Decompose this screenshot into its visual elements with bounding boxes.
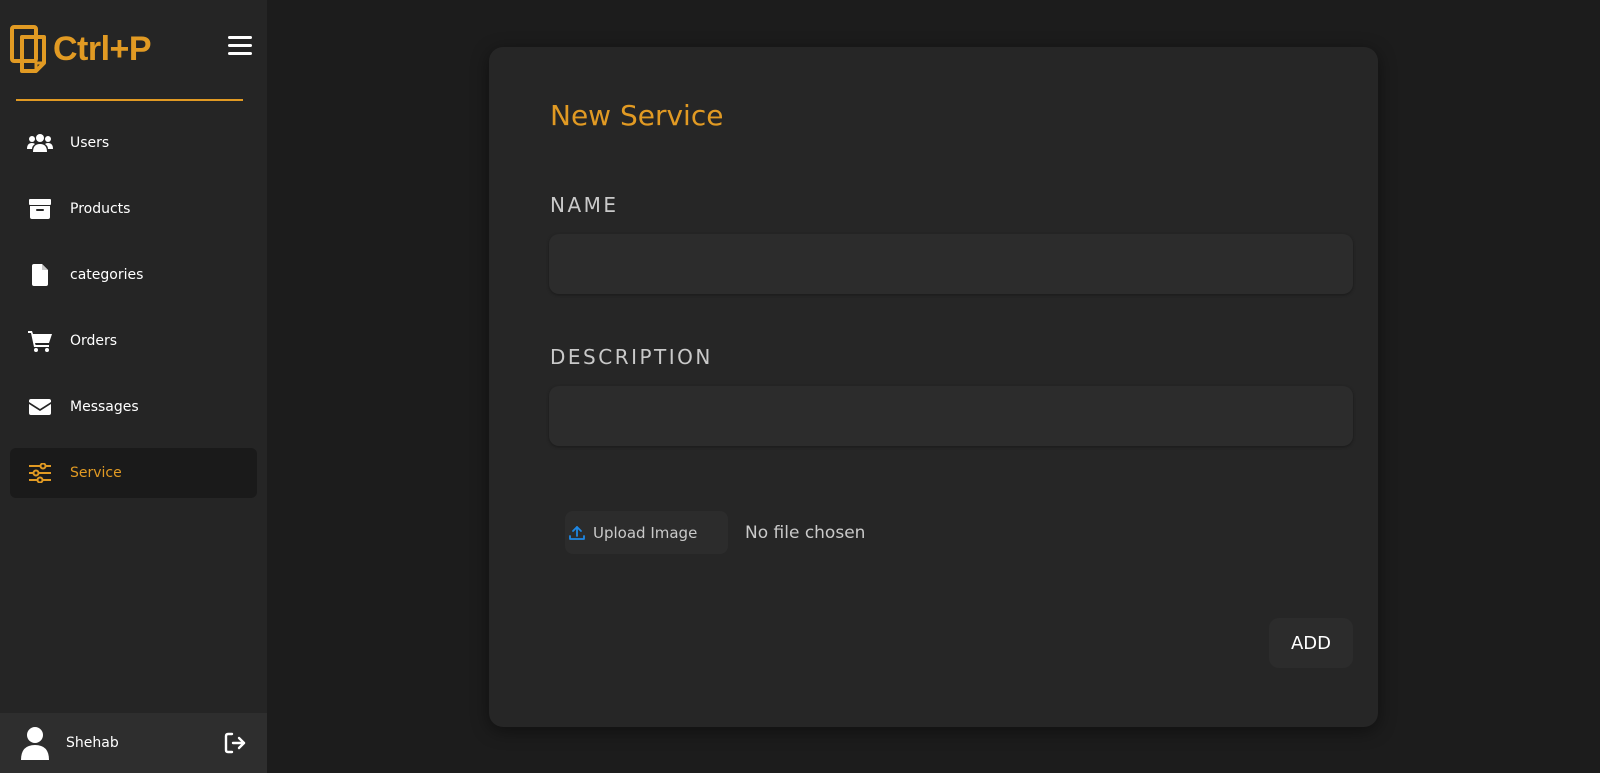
brand-name: Ctrl+P	[53, 29, 152, 68]
sidebar-item-users[interactable]: Users	[10, 118, 257, 168]
description-label: DESCRIPTION	[550, 345, 713, 369]
page-title: New Service	[550, 99, 724, 132]
brand-logo[interactable]: Ctrl+P	[10, 25, 152, 73]
sidebar-item-label: Orders	[70, 333, 118, 349]
upload-image-label: Upload Image	[593, 523, 698, 542]
envelope-icon	[27, 396, 53, 418]
description-input[interactable]	[549, 386, 1353, 446]
sidebar-nav: Users Products categories Orders Message…	[10, 118, 257, 514]
sidebar-item-label: Products	[70, 201, 131, 217]
sidebar-item-label: categories	[70, 267, 144, 283]
upload-image-button[interactable]: Upload Image	[565, 511, 728, 554]
upload-icon	[569, 525, 585, 540]
cart-icon	[27, 330, 53, 352]
sliders-icon	[27, 462, 53, 484]
sidebar-item-label: Users	[70, 135, 110, 151]
sidebar-item-service[interactable]: Service	[10, 448, 257, 498]
user-name: Shehab	[66, 735, 119, 751]
archive-box-icon	[27, 198, 53, 220]
sidebar-item-products[interactable]: Products	[10, 184, 257, 234]
sidebar-item-messages[interactable]: Messages	[10, 382, 257, 432]
sidebar-item-categories[interactable]: categories	[10, 250, 257, 300]
menu-toggle-icon[interactable]	[228, 36, 252, 58]
name-label: NAME	[550, 193, 619, 217]
sidebar-item-orders[interactable]: Orders	[10, 316, 257, 366]
users-icon	[27, 132, 53, 154]
name-input[interactable]	[549, 234, 1353, 294]
new-service-card: New Service NAME DESCRIPTION Upload Imag…	[489, 47, 1378, 727]
divider	[16, 99, 243, 101]
add-button[interactable]: ADD	[1269, 618, 1353, 668]
sidebar-item-label: Service	[70, 465, 122, 481]
logout-icon[interactable]	[224, 732, 246, 754]
user-bar: Shehab	[0, 713, 267, 773]
sidebar: Ctrl+P Users Products categories Orders …	[0, 0, 267, 773]
file-status: No file chosen	[745, 523, 866, 543]
logo-icon	[10, 25, 46, 73]
file-icon	[27, 264, 53, 286]
avatar	[21, 727, 49, 760]
sidebar-item-label: Messages	[70, 399, 139, 415]
